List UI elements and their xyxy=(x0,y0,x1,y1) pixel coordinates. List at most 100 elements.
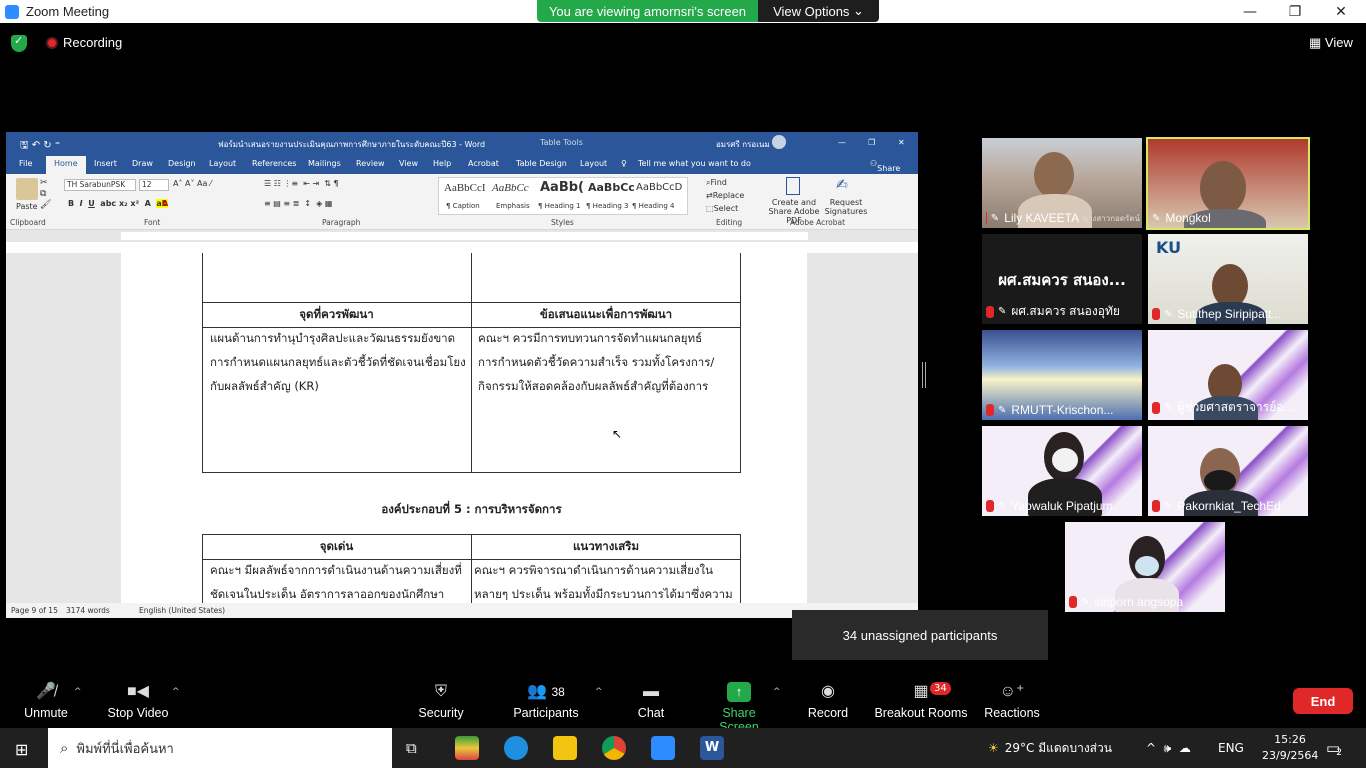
zoom-taskbar-icon[interactable] xyxy=(651,736,675,760)
style-heading3-preview[interactable]: AaBbCc xyxy=(588,181,635,194)
chrome-icon[interactable] xyxy=(602,736,626,760)
muted-mic-icon xyxy=(1152,401,1160,414)
share-screen-icon: ↑ xyxy=(727,682,751,702)
weather-widget[interactable]: ☀ 29°C มีแดดบางส่วน xyxy=(988,728,1112,768)
share-screen-button[interactable]: ↑ Share Screen xyxy=(702,682,776,734)
video-tile[interactable]: KU ✎ Sutithep Siripipatt... xyxy=(1148,234,1308,324)
video-options-caret[interactable]: ^ xyxy=(172,687,180,697)
clock[interactable]: 15:26 23/9/2564 xyxy=(1262,732,1318,764)
tab-design[interactable]: Design xyxy=(168,159,196,168)
tab-view[interactable]: View xyxy=(399,159,418,168)
breakout-rooms-button[interactable]: ▦ Breakout Rooms xyxy=(874,682,968,720)
word-count[interactable]: 3174 words xyxy=(66,606,110,615)
view-layout-button[interactable]: ▦ View xyxy=(1309,35,1353,51)
reactions-button[interactable]: ☺⁺ Reactions xyxy=(984,682,1040,720)
active-speaker-tile[interactable]: ✎ Mongkol xyxy=(1146,137,1310,230)
ruler[interactable] xyxy=(6,230,918,242)
tab-draw[interactable]: Draw xyxy=(132,159,153,168)
edge-icon[interactable] xyxy=(504,736,528,760)
find-button[interactable]: ⌕ Find xyxy=(706,178,727,188)
taskbar-search-box[interactable]: ⌕ พิมพ์ที่นี่เพื่อค้นหา xyxy=(48,728,392,768)
unmute-button[interactable]: 🎤̸ Unmute xyxy=(20,682,72,720)
signature-icon[interactable]: ✍ xyxy=(836,177,848,193)
tab-table-design[interactable]: Table Design xyxy=(516,159,567,168)
video-tile[interactable]: ✎ RMUTT-Krischon... xyxy=(982,330,1142,420)
tab-mailings[interactable]: Mailings xyxy=(308,159,341,168)
page-count[interactable]: Page 9 of 15 xyxy=(11,606,58,615)
tab-references[interactable]: References xyxy=(252,159,296,168)
avatar[interactable] xyxy=(772,135,786,149)
document-area[interactable]: จุดที่ควรพัฒนา ข้อเสนอแนะเพื่อการพัฒนา แ… xyxy=(6,253,918,603)
clock-date: 23/9/2564 xyxy=(1262,749,1319,762)
tab-review[interactable]: Review xyxy=(356,159,385,168)
end-meeting-button[interactable]: End xyxy=(1293,688,1353,714)
paste-label[interactable]: Paste xyxy=(16,202,38,211)
stop-video-button[interactable]: ■◀ Stop Video xyxy=(105,682,171,720)
select-button[interactable]: ⬚ Select xyxy=(706,204,738,213)
font-size-select[interactable]: 12 xyxy=(139,179,169,191)
view-options-button[interactable]: View Options ⌄ xyxy=(758,0,879,22)
tab-insert[interactable]: Insert xyxy=(94,159,117,168)
font-grow-icons[interactable]: A˄ A˅ Aa ⁄ xyxy=(173,179,211,188)
split-divider-handle[interactable] xyxy=(922,362,926,388)
style-caption-preview[interactable]: AaBbCcI xyxy=(444,182,486,194)
notification-icon[interactable]: ▭ 2 xyxy=(1326,728,1342,768)
tab-layout[interactable]: Layout xyxy=(209,159,236,168)
tray-icons[interactable]: ^ 🕪 ☁ xyxy=(1146,728,1191,768)
video-camera-icon: ■◀ xyxy=(127,683,149,700)
tab-help[interactable]: Help xyxy=(433,159,451,168)
restore-button[interactable]: ❐ xyxy=(1272,0,1318,23)
record-button[interactable]: ◉ Record xyxy=(806,682,850,720)
tab-file[interactable]: File xyxy=(19,159,32,168)
paste-icon[interactable] xyxy=(16,178,38,200)
group-editing: Editing xyxy=(716,218,743,227)
input-language[interactable]: ENG xyxy=(1218,728,1244,768)
ku-logo: KU xyxy=(1156,238,1182,257)
tab-table-layout[interactable]: Layout xyxy=(580,159,607,168)
word-close-button[interactable]: ✕ xyxy=(898,138,905,147)
font-format-icons[interactable]: B I U abc x₂ x² A ab A xyxy=(68,199,168,208)
video-tile[interactable]: ✎ Pakornkiat_TechEd xyxy=(1148,426,1308,516)
video-tile[interactable]: ผศ.สมควร สนอง... ✎ ผศ.สมควร สนองอุทัย xyxy=(982,234,1142,324)
share-button[interactable]: ⚇ Share xyxy=(870,159,900,173)
participants-count: 38 xyxy=(551,685,565,699)
unassigned-participants-notice[interactable]: 34 unassigned participants xyxy=(792,610,1048,660)
video-tile[interactable]: ✎ Yaowaluk Pipatjum... xyxy=(982,426,1142,516)
language[interactable]: English (United States) xyxy=(139,606,225,615)
word-restore-button[interactable]: ❐ xyxy=(868,138,875,147)
tab-acrobat[interactable]: Acrobat xyxy=(468,159,499,168)
video-tile[interactable]: ✎ siriporn angsopa xyxy=(1065,522,1225,612)
tab-home[interactable]: Home xyxy=(46,156,86,174)
align-icons[interactable]: ≡ ▤ ≡ ≣ ↕ ◈ ▦ xyxy=(264,199,332,208)
replace-button[interactable]: ⇄ Replace xyxy=(706,191,744,200)
minimize-button[interactable]: — xyxy=(1227,0,1273,23)
pdf-icon[interactable] xyxy=(786,177,800,195)
word-minimize-button[interactable]: — xyxy=(838,138,846,147)
file-explorer-icon[interactable] xyxy=(553,736,577,760)
style-heading1-preview[interactable]: AaBb( xyxy=(540,180,584,195)
windows-start-icon[interactable]: ⊞ xyxy=(15,740,28,759)
style-heading4-preview[interactable]: AaBbCcD xyxy=(636,182,682,193)
request-signatures-button[interactable]: Request Signatures xyxy=(824,198,868,216)
participants-caret[interactable]: ^ xyxy=(595,687,603,697)
share-options-caret[interactable]: ^ xyxy=(773,687,781,697)
task-view-icon[interactable]: ⧉ xyxy=(406,739,417,757)
close-button[interactable]: ✕ xyxy=(1318,0,1364,23)
security-button[interactable]: ⛨ Security xyxy=(416,682,466,720)
style-emphasis-preview[interactable]: AaBbCc xyxy=(492,182,529,194)
font-name-select[interactable]: TH SarabunPSK xyxy=(64,179,136,191)
save-icon[interactable]: 🖫 ↶ ↻ ⁼ xyxy=(20,138,60,155)
audio-options-caret[interactable]: ^ xyxy=(74,687,82,697)
video-tile[interactable]: ✎ Lily KAVEETA นางสาวกอดรัตน์ xyxy=(982,138,1142,228)
tell-me-search[interactable]: Tell me what you want to do xyxy=(638,159,751,168)
security-shield-icon[interactable] xyxy=(11,34,27,52)
bluestacks-icon[interactable] xyxy=(455,736,479,760)
participants-button[interactable]: 👥 38 Participants xyxy=(512,682,580,720)
chat-button[interactable]: ▬ Chat xyxy=(634,682,668,720)
list-icons[interactable]: ☰ ☷ ⋮≡ ⇤ ⇥ ⇅ ¶ xyxy=(264,179,339,188)
shared-screen-word[interactable]: 🖫 ↶ ↻ ⁼ ฟอร์มนำเสนอรายงานประเมินคุณภาพกา… xyxy=(6,132,918,618)
recording-label[interactable]: Recording xyxy=(63,35,122,50)
video-tile[interactable]: ✎ ผู้ช่วยศาสตราจารย์อ... xyxy=(1148,330,1308,420)
cut-copy-icons[interactable]: ✂ ⧉ 🖌 xyxy=(40,178,51,211)
word-taskbar-icon[interactable]: W xyxy=(700,736,724,760)
